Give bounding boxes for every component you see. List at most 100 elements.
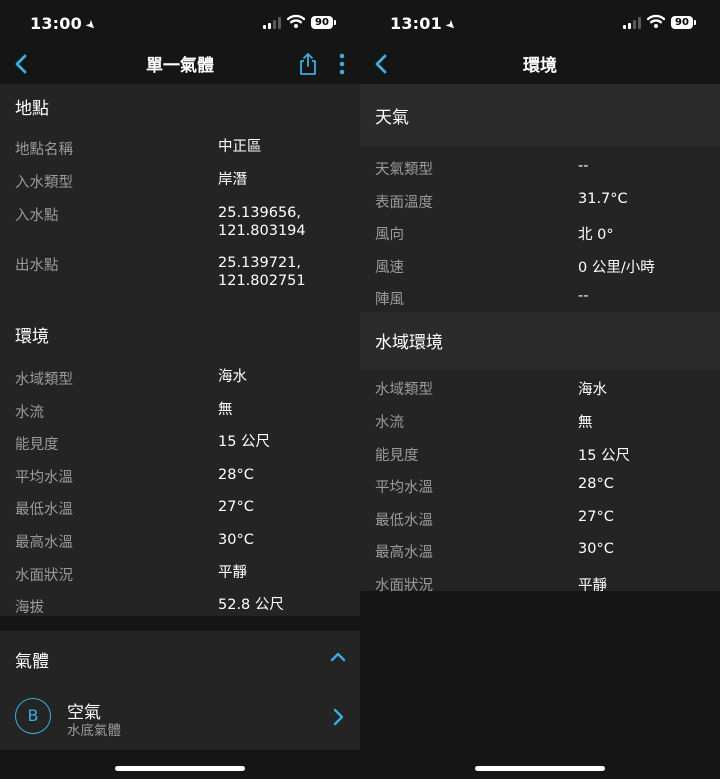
gas-subtitle: 水底氣體 [67,723,121,739]
section-title-weather: 天氣 [360,84,720,146]
home-indicator[interactable] [475,766,605,771]
battery-level: 90 [675,17,689,28]
row-label: 最低水溫 [375,512,433,529]
nav-bar: 單一氣體 [0,44,360,84]
row-label: 最高水溫 [15,534,73,551]
details-card: 地點 地點名稱 中正區 入水類型 岸潛 入水點 25.139656, 121.80… [0,84,360,616]
row-current: 水流 無 [0,401,360,434]
row-value: 無 [578,414,593,431]
row-current: 水流 無 [360,411,720,444]
wifi-icon [647,14,665,28]
gas-badge: B [15,698,51,734]
row-value: 27°C [578,508,614,525]
row-surface-condition: 水面狀況 平靜 [0,564,360,597]
row-min-temp: 最低水溫 27°C [0,498,360,531]
status-bar: 13:01➤ 90 [360,0,720,44]
row-label: 天氣類型 [375,162,433,178]
more-options-icon[interactable] [336,52,348,76]
row-value: 25.139656, 121.803194 [218,204,306,240]
row-weather-type: 天氣類型 -- [360,158,720,191]
row-max-temp: 最高水溫 30°C [360,541,720,574]
row-entry-type: 入水類型 岸潛 [0,171,360,204]
row-value: 0 公里/小時 [578,259,655,276]
row-value: 31.7°C [578,190,628,207]
row-label: 最低水溫 [15,502,73,519]
row-label: 入水點 [15,208,59,224]
left-screen: 13:00➤ 90 單一氣體 地點 地點名稱 中正區 入水類型 岸潛 入水點 2… [0,0,360,779]
nav-bar: 環境 [360,44,720,84]
row-label: 水面狀況 [15,567,73,584]
row-wind-direction: 風向 北 0° [360,223,720,256]
row-label: 地點名稱 [15,142,73,158]
home-indicator[interactable] [115,766,245,771]
row-label: 水域類型 [15,372,73,388]
row-label: 能見度 [15,437,59,454]
row-visibility: 能見度 15 公尺 [360,444,720,477]
row-value: 平靜 [578,577,607,594]
row-value: 海水 [218,369,247,385]
row-label: 陣風 [375,292,404,309]
section-title-location: 地點 [15,98,49,119]
row-value: 無 [218,401,233,418]
row-value: 30°C [578,541,614,558]
row-exit-point: 出水點 25.139721, 121.802751 [0,254,360,308]
row-label: 能見度 [375,447,419,464]
row-label: 風速 [375,259,404,276]
row-value: 岸潛 [218,172,247,188]
location-arrow-icon: ➤ [442,16,460,34]
row-value: 28°C [218,466,254,483]
row-label: 水流 [15,404,44,421]
row-value: 52.8 公尺 [218,597,284,614]
row-water-type: 水域類型 海水 [360,378,720,411]
row-avg-temp: 平均水溫 28°C [0,466,360,499]
gas-section: 氣體 B 空氣 水底氣體 [0,631,360,750]
coordinate-line: 121.803194 [218,223,306,239]
row-surface-temp: 表面溫度 31.7°C [360,191,720,224]
row-entry-point: 入水點 25.139656, 121.803194 [0,204,360,254]
row-value: 27°C [218,499,254,516]
row-max-temp: 最高水溫 30°C [0,531,360,564]
coordinate-line: 25.139721, [218,255,302,271]
coordinate-line: 25.139656, [218,205,302,221]
row-value: 28°C [578,476,614,493]
wifi-icon [287,14,305,28]
row-label: 風向 [375,227,404,244]
chevron-right-icon[interactable] [332,708,344,726]
row-label: 海拔 [15,600,44,617]
row-visibility: 能見度 15 公尺 [0,433,360,466]
row-value: -- [578,288,589,305]
row-wind-speed: 風速 0 公里/小時 [360,256,720,289]
row-location-name: 地點名稱 中正區 [0,138,360,171]
row-label: 平均水溫 [375,480,433,497]
row-value: 25.139721, 121.802751 [218,254,306,290]
row-label: 水流 [375,414,404,431]
right-screen: 13:01➤ 90 環境 天氣 天氣類型 -- 表面溫度 31.7°C 風向 北… [360,0,720,779]
section-title-environment: 環境 [15,326,49,347]
row-label: 水面狀況 [375,577,433,594]
row-value: 30°C [218,531,254,548]
page-title: 環境 [523,56,557,76]
status-time: 13:00➤ [30,14,100,34]
coordinate-line: 121.802751 [218,273,306,289]
row-avg-temp: 平均水溫 28°C [360,476,720,509]
status-bar: 13:00➤ 90 [0,0,360,44]
row-value: 平靜 [218,564,247,581]
row-value: -- [578,158,589,174]
row-water-type: 水域類型 海水 [0,368,360,401]
row-value: 中正區 [218,139,262,155]
row-label: 平均水溫 [15,469,73,486]
share-icon[interactable] [296,51,320,77]
chevron-up-icon[interactable] [330,651,346,663]
row-label: 表面溫度 [375,194,433,211]
battery-level: 90 [315,17,329,28]
row-value: 北 0° [578,227,614,244]
row-value: 海水 [578,382,607,399]
row-gust: 陣風 -- [360,288,720,312]
battery-icon: 90 [311,16,336,29]
row-min-temp: 最低水溫 27°C [360,509,720,542]
location-arrow-icon: ➤ [82,16,100,34]
status-time: 13:01➤ [390,14,460,34]
environment-card: 天氣 天氣類型 -- 表面溫度 31.7°C 風向 北 0° 風速 0 公里/小… [360,84,720,594]
row-label: 水域類型 [375,382,433,399]
cellular-signal-icon [623,17,645,29]
